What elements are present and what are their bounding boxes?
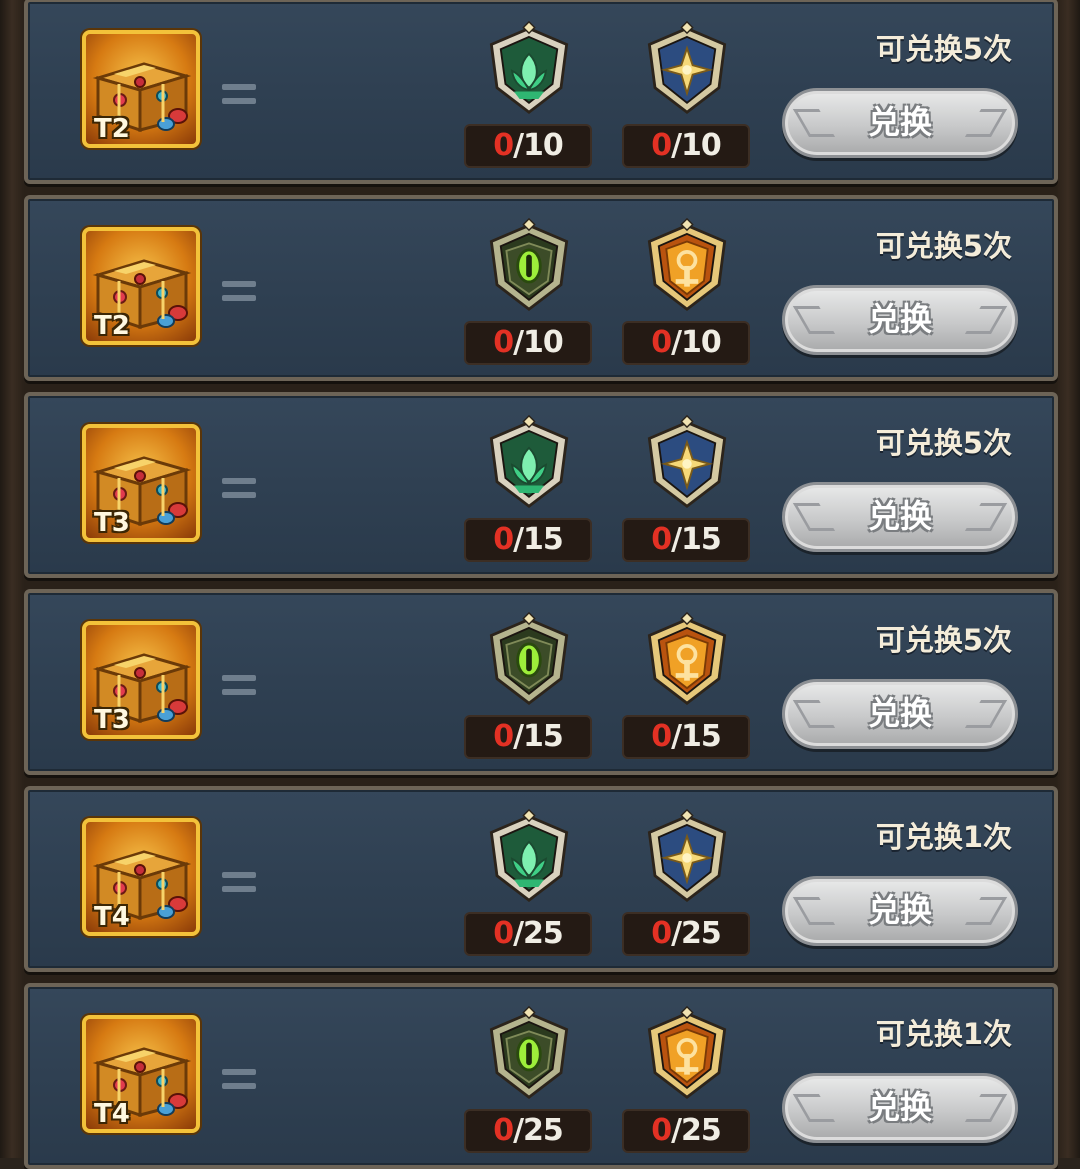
reward-chest-slot[interactable]: T2 bbox=[82, 227, 200, 345]
material-owned: 0 bbox=[651, 1113, 672, 1148]
orange-crest-emblem-icon bbox=[641, 1005, 733, 1101]
green-lotus-emblem-icon bbox=[483, 414, 575, 510]
blue-star-emblem-icon bbox=[641, 808, 733, 904]
material-slot[interactable]: 0/25 bbox=[622, 808, 752, 958]
material-count: 0/15 bbox=[464, 518, 592, 562]
material-required: /10 bbox=[513, 128, 564, 163]
exchange-limit-label: 可兑换1次 bbox=[875, 820, 1012, 854]
material-slot[interactable]: 0/25 bbox=[622, 1005, 752, 1155]
exchange-button[interactable]: 兑换 bbox=[782, 88, 1018, 158]
exchange-button[interactable]: 兑换 bbox=[782, 876, 1018, 946]
material-owned: 0 bbox=[651, 325, 672, 360]
material-slot[interactable]: 0/10 bbox=[464, 20, 594, 170]
reward-chest-slot[interactable]: T3 bbox=[82, 621, 200, 739]
chest-tier-label: T3 bbox=[94, 705, 130, 735]
exchange-button[interactable]: 兑换 bbox=[782, 285, 1018, 355]
chest-tier-label: T4 bbox=[94, 1099, 130, 1129]
exchange-limit-label: 可兑换5次 bbox=[875, 426, 1012, 460]
exchange-limit-label: 可兑换1次 bbox=[875, 1017, 1012, 1051]
material-count: 0/10 bbox=[464, 321, 592, 365]
green-eye-emblem-icon bbox=[483, 611, 575, 707]
equals-icon bbox=[222, 281, 256, 305]
exchange-limit-label: 可兑换5次 bbox=[875, 229, 1012, 263]
material-required: /10 bbox=[671, 325, 722, 360]
exchange-limit-label: 可兑换5次 bbox=[875, 32, 1012, 66]
blue-star-emblem-icon bbox=[641, 414, 733, 510]
material-slot[interactable]: 0/10 bbox=[464, 217, 594, 367]
material-slot[interactable]: 0/15 bbox=[464, 414, 594, 564]
equals-icon bbox=[222, 1069, 256, 1093]
material-required: /15 bbox=[513, 719, 564, 754]
material-slot[interactable]: 0/25 bbox=[464, 1005, 594, 1155]
material-required: /15 bbox=[671, 522, 722, 557]
material-owned: 0 bbox=[651, 916, 672, 951]
equals-icon bbox=[222, 872, 256, 896]
material-owned: 0 bbox=[493, 128, 514, 163]
material-owned: 0 bbox=[651, 719, 672, 754]
green-lotus-emblem-icon bbox=[483, 808, 575, 904]
reward-chest-slot[interactable]: T2 bbox=[82, 30, 200, 148]
material-required: /25 bbox=[671, 916, 722, 951]
material-required: /25 bbox=[513, 1113, 564, 1148]
blue-star-emblem-icon bbox=[641, 20, 733, 116]
orange-crest-emblem-icon bbox=[641, 217, 733, 313]
exchange-list[interactable]: T2 0/10 0/10 可兑换5次 兑换 T2 0/10 0/10 可兑换5次… bbox=[24, 0, 1058, 1169]
material-owned: 0 bbox=[493, 325, 514, 360]
material-owned: 0 bbox=[651, 128, 672, 163]
chest-tier-label: T2 bbox=[94, 114, 130, 144]
material-count: 0/10 bbox=[464, 124, 592, 168]
material-slot[interactable]: 0/15 bbox=[464, 611, 594, 761]
material-required: /10 bbox=[671, 128, 722, 163]
material-count: 0/15 bbox=[464, 715, 592, 759]
reward-chest-slot[interactable]: T3 bbox=[82, 424, 200, 542]
exchange-button[interactable]: 兑换 bbox=[782, 482, 1018, 552]
material-required: /10 bbox=[513, 325, 564, 360]
material-count: 0/25 bbox=[464, 1109, 592, 1153]
exchange-button[interactable]: 兑换 bbox=[782, 679, 1018, 749]
reward-chest-slot[interactable]: T4 bbox=[82, 818, 200, 936]
green-lotus-emblem-icon bbox=[483, 20, 575, 116]
material-owned: 0 bbox=[493, 916, 514, 951]
material-count: 0/10 bbox=[622, 124, 750, 168]
equals-icon bbox=[222, 84, 256, 108]
orange-crest-emblem-icon bbox=[641, 611, 733, 707]
material-required: /25 bbox=[513, 916, 564, 951]
exchange-row: T2 0/10 0/10 可兑换5次 兑换 bbox=[24, 195, 1058, 381]
reward-chest-slot[interactable]: T4 bbox=[82, 1015, 200, 1133]
chest-tier-label: T4 bbox=[94, 902, 130, 932]
exchange-row: T2 0/10 0/10 可兑换5次 兑换 bbox=[24, 0, 1058, 184]
green-eye-emblem-icon bbox=[483, 1005, 575, 1101]
exchange-limit-label: 可兑换5次 bbox=[875, 623, 1012, 657]
exchange-row: T3 0/15 0/15 可兑换5次 兑换 bbox=[24, 589, 1058, 775]
exchange-row: T4 0/25 0/25 可兑换1次 兑换 bbox=[24, 786, 1058, 972]
material-slot[interactable]: 0/15 bbox=[622, 611, 752, 761]
exchange-button[interactable]: 兑换 bbox=[782, 1073, 1018, 1143]
exchange-row: T3 0/15 0/15 可兑换5次 兑换 bbox=[24, 392, 1058, 578]
chest-tier-label: T2 bbox=[94, 311, 130, 341]
material-slot[interactable]: 0/10 bbox=[622, 217, 752, 367]
chest-tier-label: T3 bbox=[94, 508, 130, 538]
material-owned: 0 bbox=[493, 522, 514, 557]
material-slot[interactable]: 0/10 bbox=[622, 20, 752, 170]
material-slot[interactable]: 0/15 bbox=[622, 414, 752, 564]
equals-icon bbox=[222, 675, 256, 699]
green-eye-emblem-icon bbox=[483, 217, 575, 313]
material-required: /15 bbox=[513, 522, 564, 557]
exchange-row: T4 0/25 0/25 可兑换1次 兑换 bbox=[24, 983, 1058, 1169]
material-owned: 0 bbox=[651, 522, 672, 557]
material-count: 0/15 bbox=[622, 715, 750, 759]
material-count: 0/25 bbox=[464, 912, 592, 956]
material-required: /15 bbox=[671, 719, 722, 754]
material-count: 0/25 bbox=[622, 912, 750, 956]
material-owned: 0 bbox=[493, 719, 514, 754]
material-count: 0/25 bbox=[622, 1109, 750, 1153]
equals-icon bbox=[222, 478, 256, 502]
material-owned: 0 bbox=[493, 1113, 514, 1148]
material-count: 0/15 bbox=[622, 518, 750, 562]
material-slot[interactable]: 0/25 bbox=[464, 808, 594, 958]
material-count: 0/10 bbox=[622, 321, 750, 365]
material-required: /25 bbox=[671, 1113, 722, 1148]
